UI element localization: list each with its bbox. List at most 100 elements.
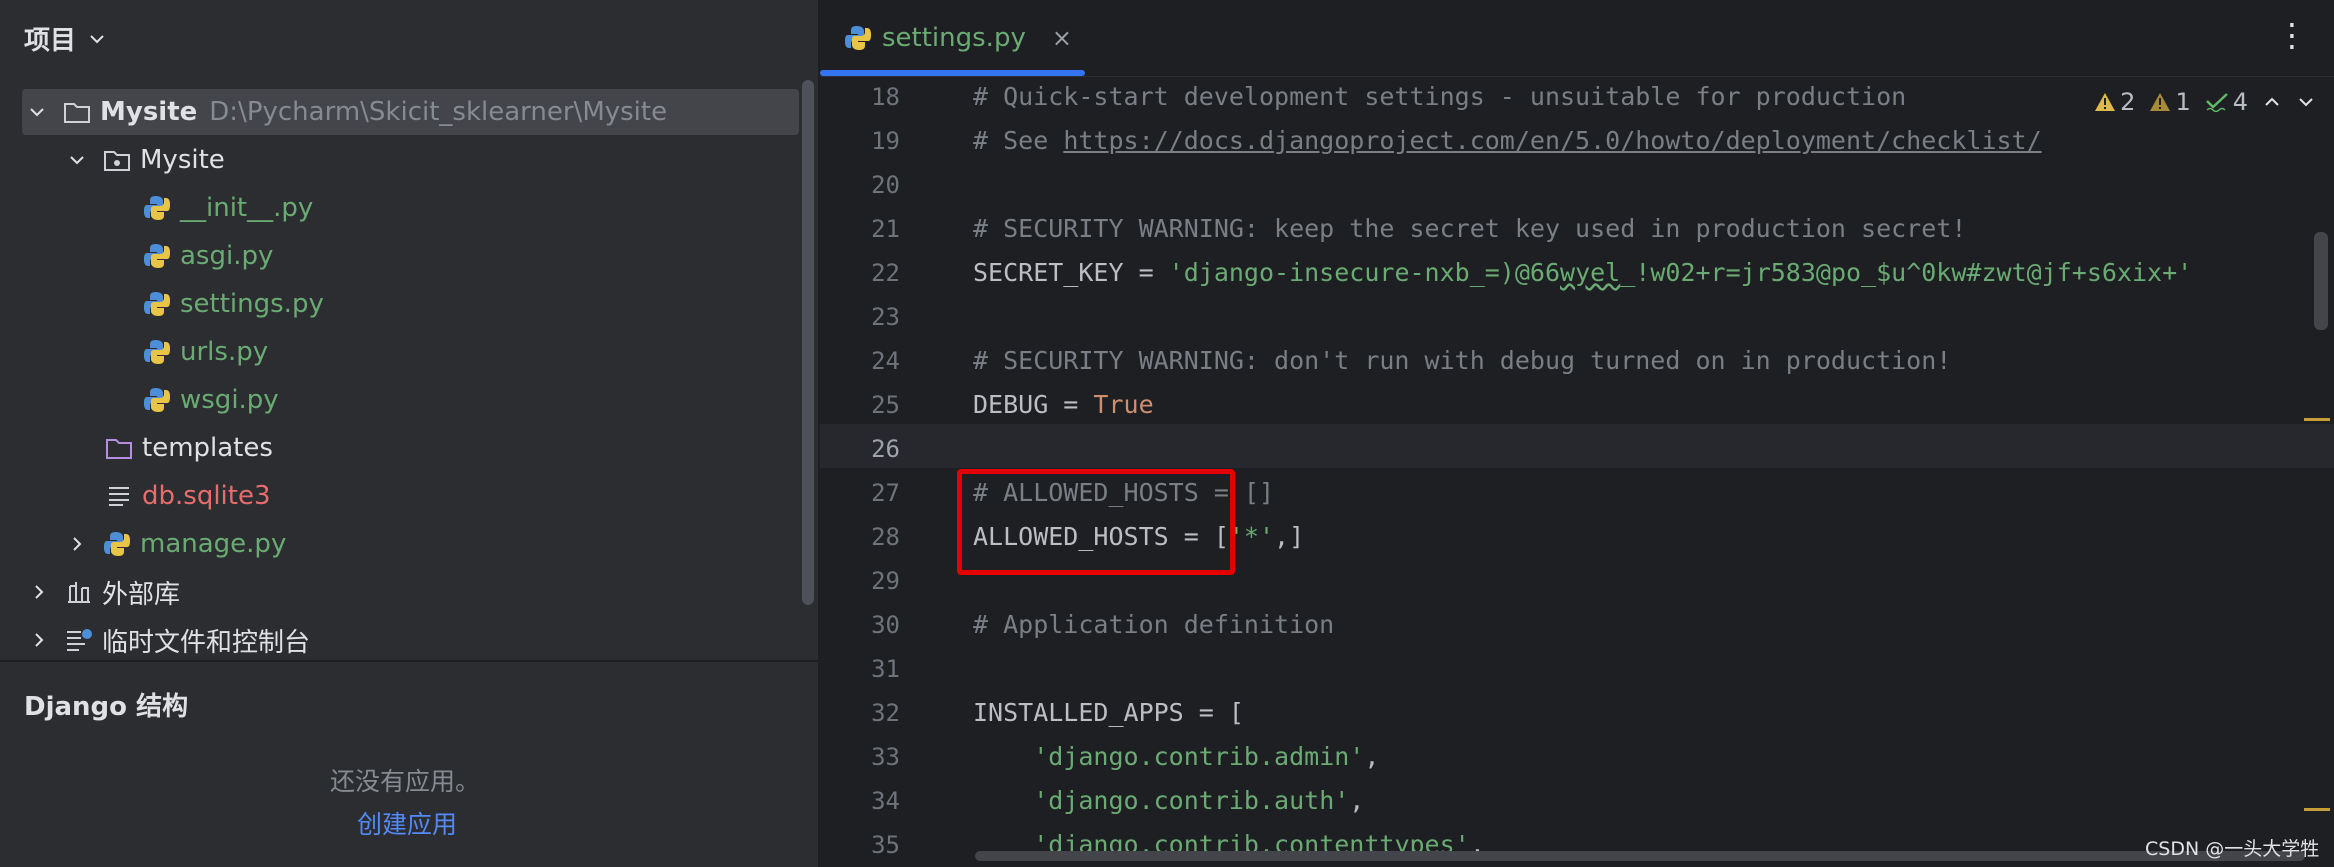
chevron-up-icon[interactable] — [2262, 92, 2282, 112]
create-app-link[interactable]: 创建应用 — [357, 805, 457, 841]
docs-link[interactable]: https://docs.djangoproject.com/en/5.0/ho… — [1063, 126, 2041, 155]
chevron-down-icon[interactable] — [26, 101, 48, 123]
tree-item-urls[interactable]: urls.py — [142, 329, 268, 375]
line-number: 31 — [871, 655, 900, 683]
current-line-highlight — [820, 424, 2334, 468]
inspections-widget[interactable]: 2 1 4 — [2094, 88, 2316, 116]
folder-icon — [104, 433, 134, 463]
code-line-25[interactable]: DEBUG = True — [973, 390, 1154, 419]
line-number: 28 — [871, 523, 900, 551]
code-line-18[interactable]: # Quick-start development settings - uns… — [973, 82, 1906, 111]
tree-item-label: urls.py — [180, 337, 269, 367]
weak-warnings-count[interactable]: 1 — [2149, 88, 2191, 116]
tree-scrollbar[interactable] — [802, 80, 814, 605]
tree-item-label: 外部库 — [102, 579, 181, 610]
chevron-down-icon[interactable] — [86, 28, 108, 50]
tree-item-init[interactable]: __init__.py — [142, 185, 313, 231]
line-number: 29 — [871, 567, 900, 595]
warning-icon — [2095, 93, 2116, 111]
tree-item-label: 临时文件和控制台 — [102, 627, 311, 658]
tree-item-label: settings.py — [180, 289, 324, 319]
scratches-icon — [64, 625, 94, 655]
tree-item-mysite-package[interactable]: Mysite — [66, 137, 225, 183]
editor-horizontal-scrollbar[interactable] — [975, 851, 2305, 861]
tree-item-settings[interactable]: settings.py — [142, 281, 324, 327]
project-path: D:\Pycharm\Skicit_sklearner\Mysite — [209, 97, 668, 127]
line-number: 33 — [871, 743, 900, 771]
tree-item-label: Mysite — [140, 145, 225, 175]
line-number: 30 — [871, 611, 900, 639]
code-line-22[interactable]: SECRET_KEY = 'django-insecure-nxb_=)@66w… — [973, 258, 2192, 287]
typo-count[interactable]: 4 — [2205, 88, 2248, 116]
more-options-icon[interactable]: ⋮ — [2276, 19, 2308, 51]
weak-warning-icon — [2150, 93, 2171, 111]
python-file-icon — [142, 337, 172, 367]
watermark: CSDN @一头大学牲 — [2145, 838, 2320, 860]
line-number-current: 26 — [871, 435, 900, 463]
panel-divider — [0, 660, 818, 662]
line-number: 18 — [871, 83, 900, 111]
code-line-24[interactable]: # SECURITY WARNING: don't run with debug… — [973, 346, 1951, 375]
tab-label: settings.py — [882, 23, 1026, 53]
tree-item-label: Mysite — [100, 97, 198, 127]
tree-item-mysite-root[interactable]: Mysite D:\Pycharm\Skicit_sklearner\Mysit… — [22, 89, 799, 135]
code-line-33[interactable]: 'django.contrib.admin', — [973, 742, 1379, 771]
code-line-32[interactable]: INSTALLED_APPS = [ — [973, 698, 1244, 727]
python-file-icon — [102, 529, 132, 559]
code-line-21[interactable]: # SECURITY WARNING: keep the secret key … — [973, 214, 1966, 243]
tree-item-external-libraries[interactable]: 外部库 — [28, 569, 180, 615]
line-number: 34 — [871, 787, 900, 815]
library-icon — [64, 577, 94, 607]
tree-item-label: asgi.py — [180, 241, 274, 271]
tab-settings[interactable]: settings.py × — [820, 0, 1085, 76]
django-structure-title: Django 结构 — [24, 692, 189, 722]
line-number: 24 — [871, 347, 900, 375]
check-icon — [2205, 93, 2228, 112]
code-line-19[interactable]: # See https://docs.djangoproject.com/en/… — [973, 126, 2042, 155]
tree-item-templates[interactable]: templates — [104, 425, 273, 471]
warning-marker[interactable] — [2304, 418, 2330, 421]
line-number: 27 — [871, 479, 900, 507]
code-line-34[interactable]: 'django.contrib.auth', — [973, 786, 1364, 815]
chevron-right-icon[interactable] — [28, 581, 50, 603]
chevron-right-icon[interactable] — [66, 533, 88, 555]
warning-marker[interactable] — [2304, 808, 2330, 811]
tree-item-label: db.sqlite3 — [142, 481, 271, 511]
line-number: 20 — [871, 171, 900, 199]
line-number: 23 — [871, 303, 900, 331]
close-icon[interactable]: × — [1052, 24, 1072, 52]
editor: settings.py × ⋮ 2 1 4 18 19 20 21 22 23 … — [820, 0, 2334, 867]
typo-marker: wyel — [1560, 258, 1621, 287]
code-line-30[interactable]: # Application definition — [973, 610, 1334, 639]
python-file-icon — [844, 24, 872, 52]
highlight-box — [957, 469, 1235, 575]
python-file-icon — [142, 385, 172, 415]
tree-item-manage[interactable]: manage.py — [66, 521, 286, 567]
warnings-count[interactable]: 2 — [2094, 88, 2135, 116]
line-number: 25 — [871, 391, 900, 419]
chevron-right-icon[interactable] — [28, 629, 50, 651]
line-number: 22 — [871, 259, 900, 287]
line-number: 35 — [871, 831, 900, 859]
tree-item-db[interactable]: db.sqlite3 — [104, 473, 271, 519]
tree-item-label: wsgi.py — [180, 385, 279, 415]
line-number: 19 — [871, 127, 900, 155]
folder-icon — [62, 97, 92, 127]
editor-vertical-scrollbar[interactable] — [2314, 232, 2328, 330]
tree-item-label: templates — [142, 433, 273, 463]
python-file-icon — [142, 241, 172, 271]
tabbar-separator — [820, 76, 2334, 77]
panel-title: 项目 — [24, 26, 77, 56]
tree-item-scratches[interactable]: 临时文件和控制台 — [28, 617, 310, 663]
package-folder-icon — [102, 145, 132, 175]
python-file-icon — [142, 193, 172, 223]
chevron-down-icon[interactable] — [66, 149, 88, 171]
tree-item-wsgi[interactable]: wsgi.py — [142, 377, 279, 423]
chevron-down-icon[interactable] — [2296, 92, 2316, 112]
tree-item-label: manage.py — [140, 529, 287, 559]
project-panel-header[interactable]: 项目 — [24, 20, 108, 57]
line-number: 21 — [871, 215, 900, 243]
project-panel: 项目 Mysite D:\Pycharm\Skicit_sklearner\My… — [0, 0, 818, 867]
tree-item-asgi[interactable]: asgi.py — [142, 233, 273, 279]
no-apps-message: 还没有应用。 — [330, 767, 481, 796]
